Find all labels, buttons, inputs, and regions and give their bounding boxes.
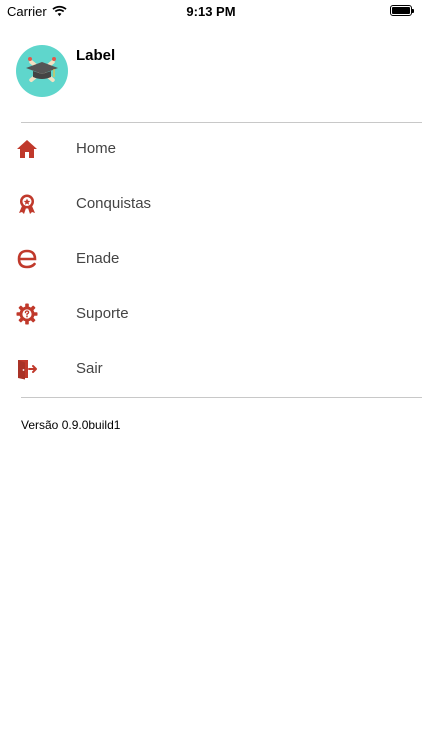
menu-label: Conquistas xyxy=(76,195,152,212)
menu-label: Enade xyxy=(76,250,120,267)
home-icon xyxy=(16,138,38,160)
menu-item-sair[interactable]: Sair xyxy=(0,342,422,397)
menu-item-home[interactable]: Home xyxy=(0,122,422,177)
award-icon xyxy=(16,193,38,215)
menu-label: Sair xyxy=(76,360,103,377)
profile-name: Label xyxy=(76,47,116,64)
divider xyxy=(21,397,422,398)
avatar[interactable] xyxy=(16,45,68,97)
gear-help-icon xyxy=(16,303,38,325)
menu-item-suporte[interactable]: Suporte xyxy=(0,287,422,342)
menu-label: Home xyxy=(76,140,117,157)
menu-item-enade[interactable]: Enade xyxy=(0,232,422,287)
menu-item-conquistas[interactable]: Conquistas xyxy=(0,177,422,232)
version-label: Versão 0.9.0build1 xyxy=(21,418,121,432)
exit-door-icon xyxy=(16,358,38,380)
status-bar: Carrier 9:13 PM xyxy=(0,0,422,22)
menu-label: Suporte xyxy=(76,305,129,322)
e-letter-icon xyxy=(16,248,38,270)
clock: 9:13 PM xyxy=(186,4,236,19)
battery-icon xyxy=(390,5,414,16)
